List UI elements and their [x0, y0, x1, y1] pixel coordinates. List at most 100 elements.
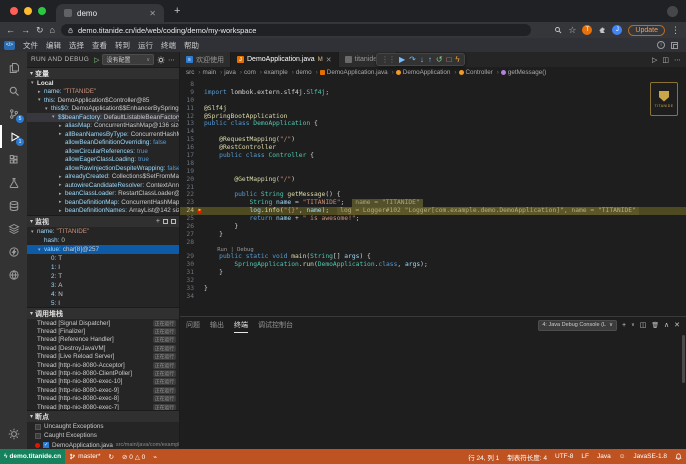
- code-area[interactable]: 8 9 import lombok.extern.slf4j.Slf4j;: [180, 78, 686, 301]
- breadcrumb-item[interactable]: DemoApplication.java ›: [320, 69, 396, 76]
- tab-welcome[interactable]: ≡ 欢迎使用: [180, 52, 231, 67]
- minimize-window-button[interactable]: [24, 7, 32, 15]
- breakpoint-gutter[interactable]: [196, 285, 204, 293]
- variable-row[interactable]: allowCircularReferences: true: [27, 147, 179, 156]
- thread-row[interactable]: Thread [http-nio-8080-Acceptor] 正在运行: [27, 361, 179, 369]
- stop-icon[interactable]: □: [447, 56, 452, 64]
- test-flask-icon[interactable]: [0, 171, 27, 194]
- code-line[interactable]: 16 @RestController: [180, 144, 686, 152]
- breadcrumb-item[interactable]: Controller ›: [459, 69, 501, 76]
- debug-settings-gear-icon[interactable]: [157, 56, 165, 64]
- variable-row[interactable]: ▸ beanDefinitionMap: ConcurrentHashMap@1…: [27, 198, 179, 207]
- continue-icon[interactable]: ▶: [399, 56, 405, 64]
- line-number[interactable]: 13: [180, 120, 196, 128]
- variable-row[interactable]: ▾ this$0: DemoApplication$$EnhancerBySpr…: [27, 105, 179, 114]
- thread-row[interactable]: Thread [http-nio-8080-ClientPoller] 正在运行: [27, 369, 179, 377]
- code-line[interactable]: 24 log.info("{}", name); log = Logger#10…: [180, 207, 686, 215]
- breakpoint-gutter[interactable]: [196, 191, 204, 199]
- line-number[interactable]: 22: [180, 191, 196, 199]
- window-controls[interactable]: [10, 7, 46, 15]
- layout-icon[interactable]: [671, 42, 678, 49]
- close-section-icon[interactable]: [171, 219, 176, 224]
- address-bar[interactable]: demo.titanide.cn/ide/web/coding/demo/my-…: [61, 24, 531, 36]
- line-number[interactable]: 30: [180, 261, 196, 269]
- code-line[interactable]: 9 import lombok.extern.slf4j.Slf4j;: [180, 89, 686, 97]
- code-editor[interactable]: 8 9 import lombok.extern.slf4j.Slf4j;: [180, 78, 686, 316]
- line-number[interactable]: 25: [180, 215, 196, 223]
- code-line[interactable]: 11 @Slf4j: [180, 105, 686, 113]
- code-line[interactable]: 33 }: [180, 285, 686, 293]
- globe-icon[interactable]: [0, 263, 27, 286]
- bookmark-star-icon[interactable]: ☆: [568, 26, 576, 35]
- back-icon[interactable]: ←: [6, 26, 15, 35]
- watch-row[interactable]: ▾ name: "TITANIDE": [27, 227, 179, 236]
- code-line[interactable]: 17 public class Controller {: [180, 152, 686, 160]
- variable-row[interactable]: ▸ beanClassLoader: RestartClassLoader@14…: [27, 190, 179, 199]
- breakpoint-row[interactable]: Uncaught Exceptions: [27, 422, 179, 431]
- menu-item[interactable]: 转到: [111, 40, 134, 51]
- variable-row[interactable]: ▸ name: "TITANIDE": [27, 88, 179, 97]
- watch-row[interactable]: 3: A: [27, 281, 179, 290]
- jdk-status[interactable]: JavaSE-1.8: [629, 449, 671, 464]
- breakpoints-section-header[interactable]: ▾ 断点: [27, 411, 179, 422]
- watch-section-header[interactable]: ▾ 监视 +: [27, 216, 179, 227]
- breakpoint-gutter[interactable]: [196, 152, 204, 160]
- line-number[interactable]: 31: [180, 269, 196, 277]
- new-terminal-icon[interactable]: +: [622, 322, 626, 329]
- watch-row[interactable]: 1: I: [27, 263, 179, 272]
- breakpoint-gutter[interactable]: [196, 160, 204, 168]
- drag-grip-icon[interactable]: ⋮⋮: [381, 56, 395, 64]
- terminal-output[interactable]: :: Spring Boot :: (v2.3.10.RELEASE) 2021…: [180, 333, 686, 449]
- breakpoint-gutter[interactable]: [196, 199, 204, 207]
- code-line[interactable]: 21: [180, 184, 686, 192]
- breakpoint-gutter[interactable]: [196, 97, 204, 105]
- breakpoint-row[interactable]: DemoApplication.java src/main/java/com/e…: [27, 441, 179, 449]
- language-mode[interactable]: Java: [593, 449, 615, 464]
- line-number[interactable]: 11: [180, 105, 196, 113]
- code-line[interactable]: 13 public class DemoApplication {: [180, 120, 686, 128]
- git-branch-status[interactable]: master*: [65, 449, 104, 464]
- encoding-status[interactable]: UTF-8: [551, 449, 577, 464]
- info-icon[interactable]: i: [657, 41, 665, 49]
- variable-row[interactable]: allowRawInjectionDespiteWrapping: false: [27, 164, 179, 173]
- extensions-puzzle-icon[interactable]: [598, 26, 606, 34]
- settings-gear-icon[interactable]: [0, 422, 27, 445]
- explorer-icon[interactable]: [0, 56, 27, 79]
- thread-row[interactable]: Thread [Signal Dispatcher] 正在运行: [27, 319, 179, 327]
- browser-tab[interactable]: demo ✕: [56, 4, 164, 22]
- run-debug-icon[interactable]: 1: [0, 125, 27, 148]
- add-expression-icon[interactable]: +: [156, 218, 160, 225]
- breakpoint-gutter[interactable]: [196, 253, 204, 261]
- kill-terminal-trash-icon[interactable]: 🗑: [651, 322, 659, 329]
- breakpoint-gutter[interactable]: [196, 269, 204, 277]
- watch-row[interactable]: 5: I: [27, 299, 179, 307]
- code-line[interactable]: 28: [180, 239, 686, 247]
- breakpoint-row[interactable]: Caught Exceptions: [27, 431, 179, 440]
- menu-item[interactable]: 运行: [134, 40, 157, 51]
- breakpoint-gutter[interactable]: [196, 113, 204, 121]
- layers-icon[interactable]: [0, 217, 27, 240]
- breadcrumb-item[interactable]: java ›: [224, 69, 244, 76]
- start-debug-icon[interactable]: ▷: [94, 56, 99, 64]
- watch-row[interactable]: 0: T: [27, 254, 179, 263]
- breadcrumb-item[interactable]: demo ›: [296, 69, 320, 76]
- java-status-icon[interactable]: ☺: [615, 449, 630, 464]
- update-button[interactable]: Update: [628, 25, 665, 36]
- line-number[interactable]: 26: [180, 223, 196, 231]
- watch-row[interactable]: 2: T: [27, 272, 179, 281]
- sync-icon[interactable]: ↻: [105, 449, 118, 464]
- thread-row[interactable]: Thread [http-nio-8080-exec-7] 正在运行: [27, 403, 179, 410]
- line-number[interactable]: 21: [180, 184, 196, 192]
- variable-row[interactable]: ▸ allBeanNamesByType: ConcurrentHashMap@…: [27, 130, 179, 139]
- call-stack-section-header[interactable]: ▾ 调用堆栈: [27, 308, 179, 319]
- line-number[interactable]: 17: [180, 152, 196, 160]
- thread-row[interactable]: Thread [http-nio-8080-exec-9] 正在运行: [27, 386, 179, 394]
- line-number[interactable]: 8: [180, 81, 196, 89]
- variable-row[interactable]: ▸ aliasMap: ConcurrentHashMap@136 size=1: [27, 122, 179, 131]
- breakpoint-gutter[interactable]: [196, 128, 204, 136]
- breakpoint-gutter[interactable]: [196, 239, 204, 247]
- code-line[interactable]: 19: [180, 168, 686, 176]
- breakpoint-gutter[interactable]: [196, 215, 204, 223]
- step-out-icon[interactable]: ↑: [428, 56, 432, 64]
- watch-row[interactable]: hash: 0: [27, 236, 179, 245]
